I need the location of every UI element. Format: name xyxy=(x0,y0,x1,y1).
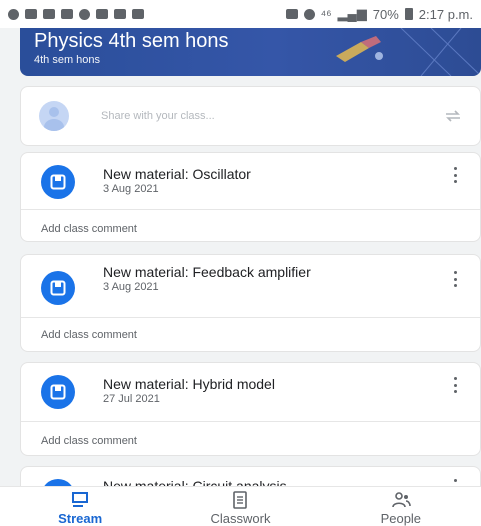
signal-icon: ▂▄▆ xyxy=(337,6,367,21)
material-post[interactable]: New material: Oscillator 3 Aug 2021 xyxy=(21,153,480,209)
more-options-icon[interactable] xyxy=(452,167,458,183)
tab-label: Classwork xyxy=(210,511,271,526)
share-with-class-card[interactable]: Share with your class... xyxy=(20,86,481,146)
class-banner[interactable]: Physics 4th sem hons 4th sem hons xyxy=(20,28,481,76)
battery-icon xyxy=(404,8,413,20)
stream-post-card[interactable]: New material: Oscillator 3 Aug 2021 Add … xyxy=(20,152,481,242)
post-date: 3 Aug 2021 xyxy=(103,183,159,195)
bottom-navigation: Stream Classwork People xyxy=(0,486,481,526)
classwork-icon xyxy=(233,491,248,509)
notification-icon xyxy=(114,9,126,19)
material-icon xyxy=(41,165,75,199)
battery-percent: 70% xyxy=(372,6,399,22)
notification-icon xyxy=(61,9,73,19)
add-class-comment[interactable]: Add class comment xyxy=(41,223,137,235)
tab-classwork[interactable]: Classwork xyxy=(180,487,300,526)
clock: 2:17 p.m. xyxy=(418,6,473,22)
material-post[interactable]: New material: Hybrid model 27 Jul 2021 xyxy=(21,363,480,419)
notification-icon xyxy=(43,9,55,19)
banner-pattern xyxy=(400,28,481,76)
stream-post-card[interactable]: New material: Hybrid model 27 Jul 2021 A… xyxy=(20,362,481,456)
stream-post-card[interactable]: New material: Feedback amplifier 3 Aug 2… xyxy=(20,254,481,352)
stream-icon xyxy=(72,492,89,507)
post-date: 27 Jul 2021 xyxy=(103,393,160,405)
people-icon xyxy=(392,492,411,508)
material-icon xyxy=(41,375,75,409)
divider xyxy=(21,209,480,210)
more-options-icon[interactable] xyxy=(452,377,458,393)
share-with-class-input[interactable]: Share with your class... xyxy=(101,110,444,122)
alarm-icon xyxy=(303,8,315,20)
add-class-comment[interactable]: Add class comment xyxy=(41,329,137,341)
add-class-comment[interactable]: Add class comment xyxy=(41,435,137,447)
repost-icon[interactable] xyxy=(444,109,462,123)
system-status: ⁴⁶ ▂▄▆ 70% 2:17 p.m. xyxy=(285,6,473,22)
whatsapp-icon xyxy=(79,8,90,20)
material-icon xyxy=(41,271,75,305)
notification-icon xyxy=(25,9,37,19)
tab-label: Stream xyxy=(58,511,103,526)
status-bar: ⁴⁶ ▂▄▆ 70% 2:17 p.m. xyxy=(0,0,481,28)
mail-icon xyxy=(96,9,108,19)
material-post[interactable]: New material: Feedback amplifier 3 Aug 2… xyxy=(21,255,480,317)
tab-label: People xyxy=(380,511,422,526)
user-avatar xyxy=(39,101,69,131)
post-title: New material: Oscillator xyxy=(103,166,251,182)
divider xyxy=(21,421,480,422)
post-date: 3 Aug 2021 xyxy=(103,281,159,293)
divider xyxy=(21,317,480,318)
notification-icons xyxy=(8,8,144,20)
post-title: New material: Hybrid model xyxy=(103,376,275,392)
banner-illustration xyxy=(336,36,383,62)
mute-icon xyxy=(285,9,298,19)
tab-stream[interactable]: Stream xyxy=(20,487,140,526)
notification-icon xyxy=(8,8,19,20)
more-options-icon[interactable] xyxy=(452,271,458,287)
tab-people[interactable]: People xyxy=(341,487,461,526)
network-type: ⁴⁶ xyxy=(320,6,332,22)
notification-icon xyxy=(132,9,144,19)
post-title: New material: Feedback amplifier xyxy=(103,264,311,280)
